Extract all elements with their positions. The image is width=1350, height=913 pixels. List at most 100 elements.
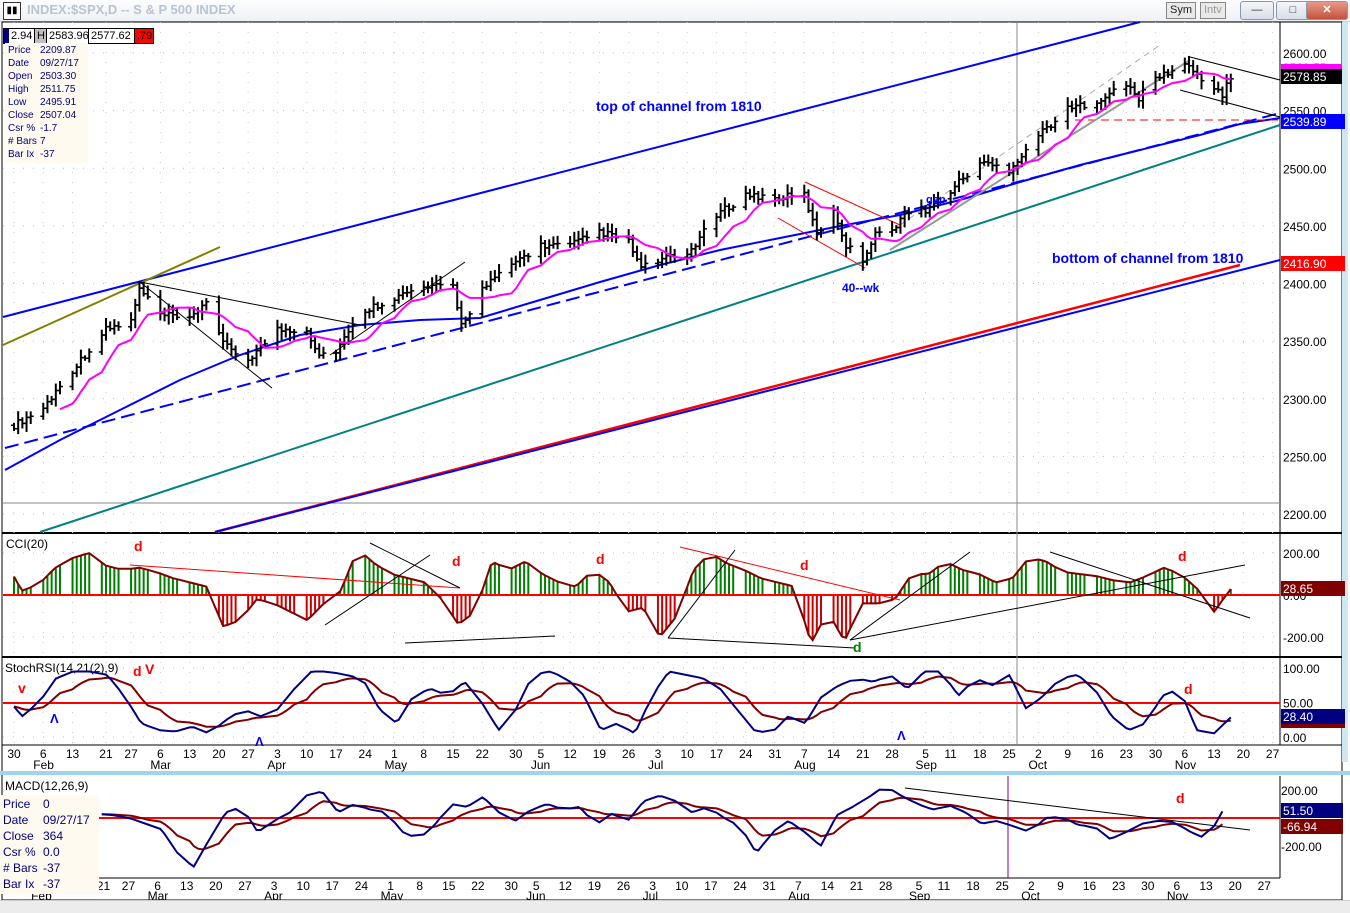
info-bars: 7	[40, 136, 46, 147]
price-bar	[249, 355, 256, 366]
price-bar	[508, 257, 515, 278]
price-tick-label: 2500.00	[1283, 162, 1327, 176]
close-price-tag-text: 2578.85	[1283, 70, 1327, 84]
price-bar	[755, 190, 762, 205]
rsi-mark: V	[145, 661, 155, 677]
price-bar	[746, 188, 753, 200]
price-bar	[224, 332, 231, 350]
info-open: 2503.30	[40, 71, 77, 82]
price-tick-label: 2350.00	[1283, 335, 1327, 349]
date-tick-label: 26	[622, 747, 636, 761]
ma-blue-tag-text: 2539.89	[1283, 115, 1327, 129]
horizontal-scrollbar[interactable]	[0, 900, 1350, 913]
macd-info-bars: -37	[43, 861, 61, 875]
date-tick-label: 19	[593, 747, 607, 761]
stochrsi-tick-label: 50.00	[1283, 697, 1313, 711]
date-tick-label: 17	[710, 747, 724, 761]
price-bar	[132, 298, 139, 329]
price-bar	[717, 203, 724, 222]
grey-trendline	[889, 59, 1191, 251]
price-bar	[349, 317, 356, 340]
date-tick-label: 22	[476, 747, 490, 761]
date-tick-label: 9	[1064, 747, 1071, 761]
date-tick-label: 13	[66, 747, 80, 761]
price-bar	[320, 346, 327, 359]
date-tick-label: 18	[973, 747, 987, 761]
stochrsi-tick-label: 100.00	[1283, 662, 1320, 676]
price-bar	[282, 323, 289, 338]
price-bar	[1211, 75, 1218, 95]
macd-date-tick-label: 13	[180, 879, 194, 893]
macd-date-tick-label: 17	[704, 879, 718, 893]
date-tick-label: 21	[99, 747, 113, 761]
chart-canvas[interactable]: top of channel from 1810 bottom of chann…	[0, 0, 1350, 900]
price-bar	[420, 280, 427, 297]
cci-title: CCI(20)	[6, 537, 48, 551]
price-bar	[759, 187, 766, 203]
date-tick-label: 21	[856, 747, 870, 761]
price-bar	[395, 288, 402, 304]
price-bar	[450, 278, 457, 289]
macd-date-tick-label: 18	[966, 879, 980, 893]
macd-date-tick-label: 10	[297, 879, 311, 893]
macd-month-label: Sep	[909, 889, 931, 900]
info-low: 2495.91	[40, 97, 77, 108]
top-channel-line	[2, 21, 1141, 318]
macd-info-csr: 0.0	[43, 845, 60, 859]
stochrsi-tick-label: 0.00	[1283, 731, 1307, 745]
info-label: Csr %	[8, 123, 36, 134]
macd-month-label: May	[381, 889, 404, 900]
price-bar	[985, 154, 992, 167]
date-tick-label: 30	[509, 747, 523, 761]
price-tick-label: 2200.00	[1283, 508, 1327, 522]
month-label: Jun	[531, 758, 550, 772]
info-label: Open	[8, 71, 33, 82]
rsi-mark: Λ	[255, 734, 264, 749]
price-bar	[98, 329, 105, 355]
cci-divergence-mark: d	[134, 538, 143, 554]
info-label: Csr %	[3, 845, 36, 859]
price-bar	[274, 319, 281, 351]
price-bar	[1127, 78, 1134, 95]
macd-tick-label: -200.00	[1281, 840, 1322, 854]
date-tick-label: 24	[739, 747, 753, 761]
macd-date-tick-label: 27	[122, 879, 136, 893]
price-bar	[1098, 97, 1105, 111]
macd-month-label: Mar	[148, 889, 169, 900]
price-bar	[220, 323, 227, 350]
macd-date-tick-label: 19	[588, 879, 602, 893]
info-label: Price	[8, 45, 31, 56]
macd-date-tick-label: 30	[505, 879, 519, 893]
rsi-mark: Λ	[50, 711, 59, 726]
macd-tick-label: 200.00	[1281, 784, 1318, 798]
price-bar	[23, 411, 30, 432]
date-tick-label: 23	[1120, 747, 1134, 761]
price-bar	[876, 226, 883, 238]
cci-divergence-mark: d	[853, 639, 862, 655]
price-bar	[951, 181, 958, 197]
teal-trendline	[39, 124, 1281, 533]
price-bar	[692, 243, 699, 256]
price-bar	[859, 242, 866, 271]
info-label: Close	[3, 829, 34, 843]
macd-info-box: Price 0 Date 09/27/17 Close 364 Csr % 0.0 # …	[0, 795, 99, 894]
price-tick-label: 2600.00	[1283, 47, 1327, 61]
header-high-value: 2583.96	[46, 28, 90, 44]
macd-date-tick-label: 11	[938, 879, 951, 893]
price-bar	[378, 302, 385, 315]
price-bar	[864, 249, 871, 266]
info-label: # Bars	[8, 136, 37, 147]
macd-date-tick-label: 21	[850, 879, 864, 893]
price-bar	[905, 207, 912, 221]
price-tick-label: 2250.00	[1283, 450, 1327, 464]
info-label: # Bars	[3, 861, 38, 875]
price-bar	[487, 270, 494, 292]
price-bar	[1077, 95, 1084, 114]
price-bar	[700, 219, 707, 247]
price-bar	[312, 337, 319, 354]
price-bar	[721, 197, 728, 219]
price-bar	[537, 235, 544, 264]
price-bar	[889, 221, 896, 237]
pane-separator[interactable]	[0, 771, 1350, 775]
price-bar	[1064, 97, 1071, 130]
